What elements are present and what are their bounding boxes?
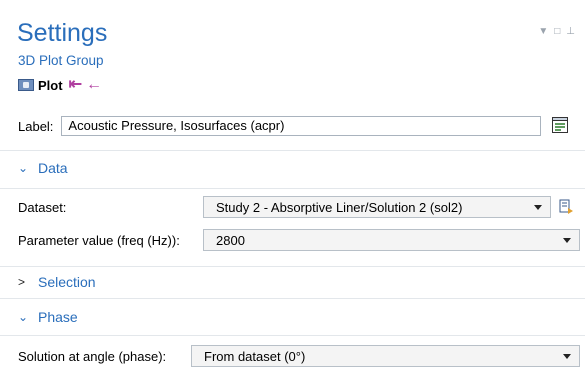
label-row: Label: Acoustic Pressure, Isosurfaces (a…: [18, 115, 578, 137]
settings-panel: Settings 3D Plot Group ▼ □ ⊥ Plot ⇤ ← La…: [0, 0, 585, 376]
phase-angle-select[interactable]: From dataset (0°): [191, 345, 580, 367]
chevron-down-icon: [534, 205, 542, 210]
label-input[interactable]: Acoustic Pressure, Isosurfaces (acpr): [61, 116, 542, 136]
parameter-value: 2800: [216, 232, 245, 248]
plot-icon[interactable]: [18, 79, 34, 91]
section-header-data[interactable]: ⌄ Data: [18, 160, 68, 176]
maximize-icon[interactable]: □: [554, 26, 560, 37]
parameter-select[interactable]: 2800: [203, 229, 580, 251]
window-controls: ▼ □ ⊥: [538, 26, 575, 37]
section-header-phase[interactable]: ⌄ Phase: [18, 309, 78, 325]
dataset-select[interactable]: Study 2 - Absorptive Liner/Solution 2 (s…: [203, 196, 551, 218]
divider: [0, 188, 585, 189]
pin-icon[interactable]: ⊥: [566, 26, 575, 37]
divider: [0, 335, 585, 336]
chevron-right-icon: >: [18, 275, 26, 289]
section-title-data: Data: [38, 160, 68, 176]
divider: [0, 298, 585, 299]
plot-back-arrow-icon[interactable]: ←: [86, 77, 102, 93]
chevron-down-icon: [563, 238, 571, 243]
divider: [0, 266, 585, 267]
section-header-selection[interactable]: > Selection: [18, 274, 96, 290]
parameter-label: Parameter value (freq (Hz)):: [18, 232, 180, 248]
section-title-selection: Selection: [38, 274, 96, 290]
plot-toolbar: Plot ⇤ ←: [18, 76, 106, 94]
dataset-goto-icon[interactable]: [556, 197, 576, 217]
divider: [0, 150, 585, 151]
plot-first-arrow-icon[interactable]: ⇤: [69, 77, 82, 93]
label-field-label: Label:: [18, 118, 54, 134]
phase-angle-label: Solution at angle (phase):: [18, 348, 167, 364]
dropdown-menu-icon[interactable]: ▼: [538, 26, 548, 37]
dataset-label: Dataset:: [18, 199, 67, 215]
page-title: Settings: [17, 19, 108, 47]
dataset-value: Study 2 - Absorptive Liner/Solution 2 (s…: [216, 199, 463, 215]
label-edit-icon[interactable]: [550, 115, 570, 135]
chevron-down-icon: ⌄: [18, 161, 29, 175]
chevron-down-icon: [563, 354, 571, 359]
section-title-phase: Phase: [38, 309, 78, 325]
phase-angle-value: From dataset (0°): [204, 348, 306, 364]
plot-button[interactable]: Plot: [38, 78, 63, 93]
chevron-down-icon: ⌄: [18, 310, 29, 324]
node-type-subtitle: 3D Plot Group: [18, 53, 104, 68]
